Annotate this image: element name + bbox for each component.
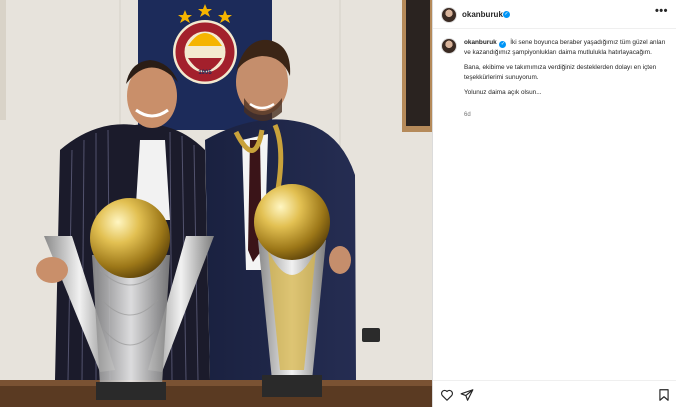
share-icon[interactable] [460, 388, 474, 402]
post-photo[interactable]: 1905 [0, 0, 432, 407]
verified-badge-icon: ✓ [503, 11, 510, 18]
post-header: okanburuk ✓ ••• [433, 0, 676, 29]
heart-icon[interactable] [440, 388, 454, 402]
post-caption: okanburuk ✓ İki sene boyunca beraber yaş… [464, 38, 669, 104]
post-side-panel: okanburuk ✓ ••• okanburuk ✓ İki sene boy… [433, 0, 676, 407]
post-time[interactable]: 6d [464, 112, 471, 118]
author-username[interactable]: okanburuk [462, 10, 503, 19]
photo-scene: 1905 [0, 0, 432, 407]
author-avatar[interactable] [441, 7, 457, 23]
caption-line-2: Bana, ekibime ve takımımıza verdiğiniz d… [464, 64, 657, 81]
more-options-icon[interactable]: ••• [655, 6, 668, 17]
caption-avatar[interactable] [441, 38, 457, 54]
caption-verified-icon: ✓ [499, 41, 507, 48]
caption-username[interactable]: okanburuk [464, 39, 497, 46]
caption-line-3: Yolunuz daima açık olsun... [464, 89, 542, 97]
flag-year: 1905 [198, 70, 212, 76]
bookmark-icon[interactable] [657, 388, 671, 402]
action-bar [433, 380, 676, 408]
